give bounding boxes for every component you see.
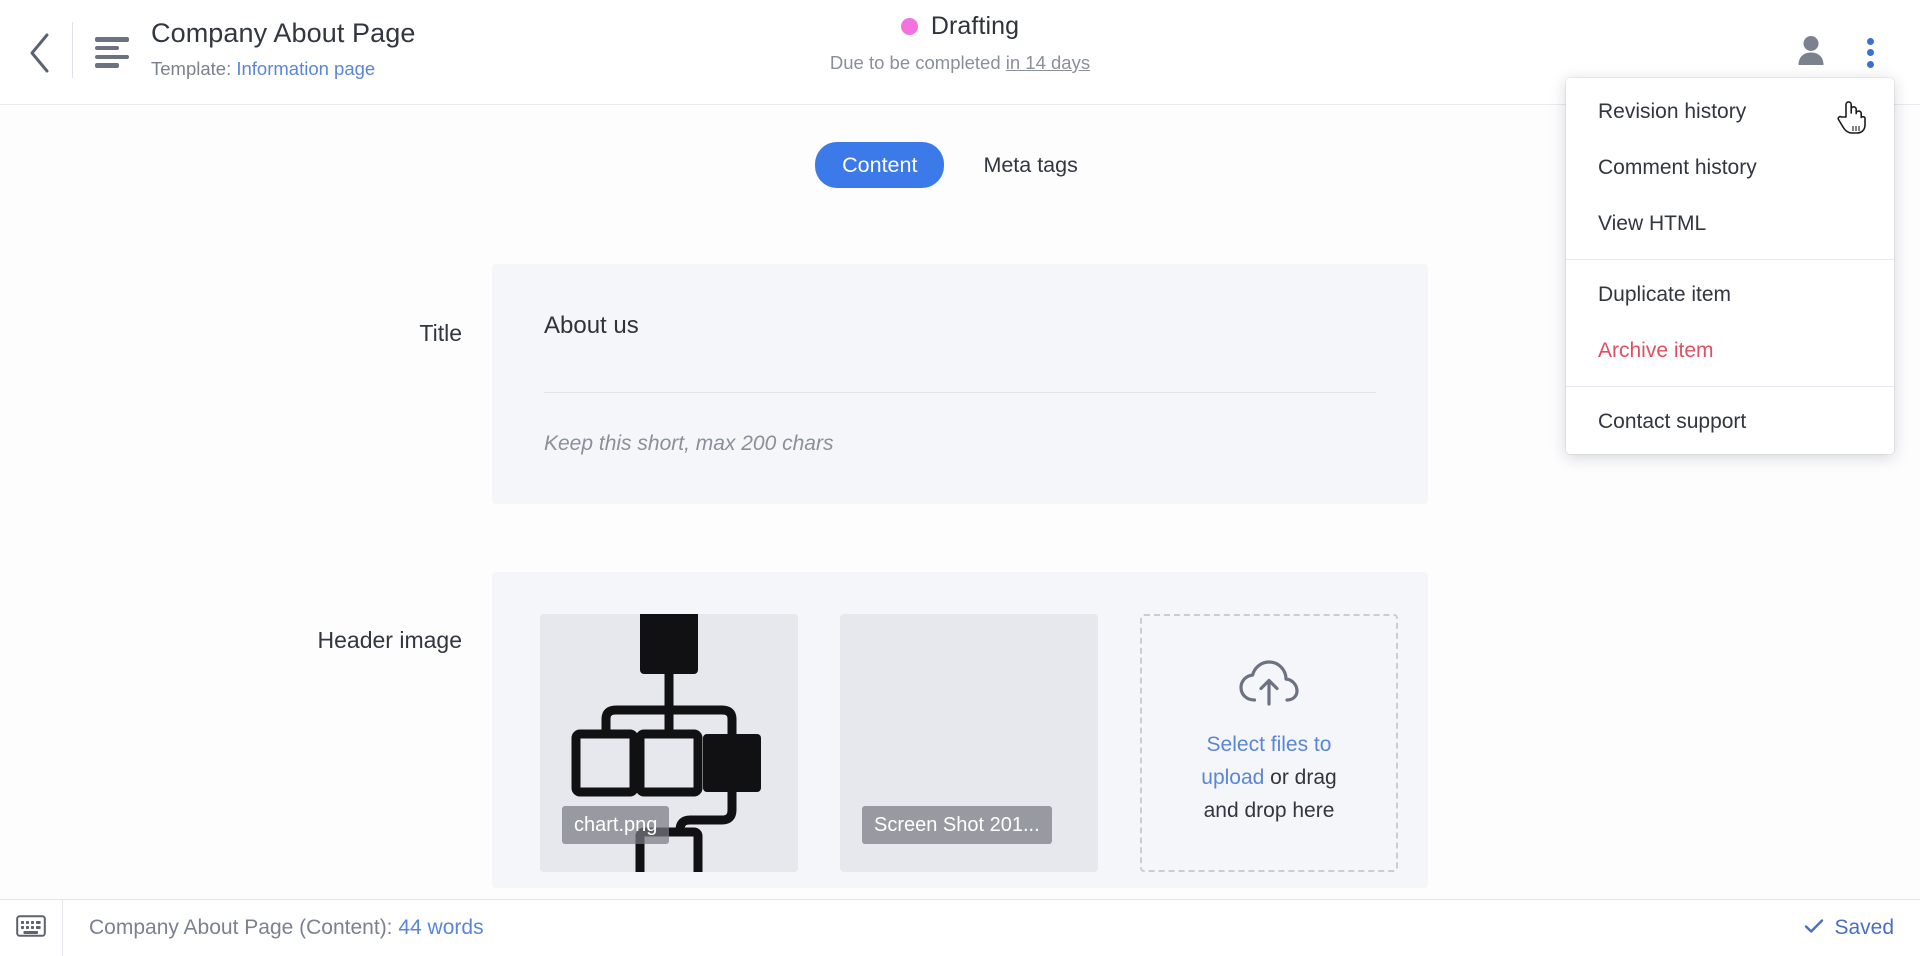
keyboard-icon (16, 914, 46, 942)
dropzone-text: Select files to upload or drag and drop … (1181, 728, 1357, 827)
context-menu: Revision history Comment history View HT… (1566, 78, 1894, 454)
status-dot-icon (900, 18, 918, 35)
title-field-hint: Keep this short, max 200 chars (544, 432, 834, 455)
document-lines-icon[interactable] (73, 0, 151, 105)
menu-item-view-html[interactable]: View HTML (1566, 196, 1894, 252)
kebab-menu-button[interactable] (1856, 34, 1884, 72)
word-count[interactable]: 44 words (398, 916, 483, 939)
menu-item-revision-history[interactable]: Revision history (1566, 84, 1894, 140)
menu-separator-2 (1566, 386, 1894, 387)
app-root: Company About Page Template: Information… (0, 0, 1920, 956)
menu-separator-1 (1566, 259, 1894, 260)
keyboard-shortcuts-button[interactable] (0, 900, 62, 956)
field-label-header-image: Header image (317, 627, 462, 653)
saved-label: Saved (1834, 916, 1894, 939)
tab-meta-tags[interactable]: Meta tags (956, 142, 1104, 188)
field-card-header-image: chart.png Screen Shot 201... Select file… (492, 572, 1428, 888)
saved-indicator: Saved (1804, 914, 1920, 942)
status-bar-context-label: Company About Page (Content): (89, 916, 393, 939)
thumbnail-filename: chart.png (562, 806, 670, 844)
due-date-link[interactable]: in 14 days (1006, 52, 1090, 73)
thumbnail-chart[interactable]: chart.png (540, 614, 798, 872)
status-bar-info: Company About Page (Content): 44 words (63, 914, 484, 942)
title-input-underline (544, 392, 1376, 393)
menu-group-actions: Duplicate item Archive item (1566, 267, 1894, 379)
cloud-upload-icon (1238, 659, 1300, 712)
tab-content[interactable]: Content (815, 142, 945, 188)
template-row: Template: Information page (151, 57, 415, 81)
status-center: Drafting Due to be completed in 14 days (650, 12, 1270, 74)
menu-item-archive-item[interactable]: Archive item (1566, 323, 1894, 379)
status-row: Drafting (650, 12, 1270, 41)
status-bar: Company About Page (Content): 44 words S… (0, 899, 1920, 956)
template-label: Template: (151, 58, 232, 79)
menu-item-contact-support[interactable]: Contact support (1566, 394, 1894, 450)
back-button[interactable] (8, 0, 72, 105)
title-input-value[interactable]: About us (544, 310, 1376, 342)
due-label: Due to be completed (829, 52, 1001, 73)
menu-item-duplicate-item[interactable]: Duplicate item (1566, 267, 1894, 323)
due-row: Due to be completed in 14 days (650, 52, 1270, 74)
thumbnail-screenshot[interactable]: Screen Shot 201... (840, 614, 1098, 872)
field-label-title: Title (419, 320, 462, 346)
check-icon (1804, 914, 1824, 942)
person-icon (1796, 34, 1826, 71)
kebab-menu-icon (1856, 34, 1884, 72)
page-title: Company About Page (151, 18, 416, 48)
menu-group-support: Contact support (1566, 394, 1894, 450)
menu-item-comment-history[interactable]: Comment history (1566, 140, 1894, 196)
template-link[interactable]: Information page (236, 58, 375, 79)
user-button[interactable] (1796, 34, 1826, 71)
title-block: Company About Page Template: Information… (151, 0, 415, 81)
chevron-left-icon (25, 31, 55, 75)
title-field-inner: About us Keep this short, max 200 chars (492, 264, 1428, 458)
diagram-preview-image (540, 614, 798, 872)
menu-group-history: Revision history Comment history View HT… (1566, 84, 1894, 252)
thumbnail-filename: Screen Shot 201... (862, 806, 1052, 844)
field-card-title: About us Keep this short, max 200 chars (492, 264, 1428, 504)
status-badge[interactable]: Drafting (931, 12, 1019, 41)
file-dropzone[interactable]: Select files to upload or drag and drop … (1140, 614, 1398, 872)
thumbnail-row: chart.png Screen Shot 201... Select file… (492, 572, 1428, 872)
